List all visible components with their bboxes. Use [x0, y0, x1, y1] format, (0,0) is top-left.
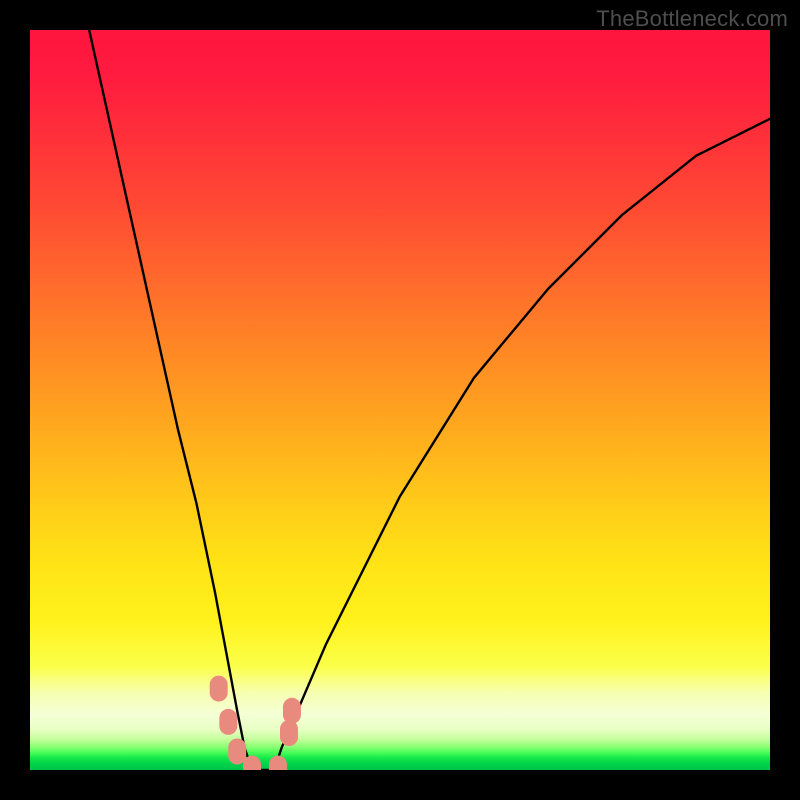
- data-marker: [269, 756, 287, 770]
- plot-area: [30, 30, 770, 770]
- curve-layer: [30, 30, 770, 770]
- data-marker: [210, 676, 228, 702]
- bottleneck-curve: [89, 30, 770, 770]
- data-marker: [283, 698, 301, 724]
- marker-layer: [210, 676, 301, 770]
- data-marker: [228, 739, 246, 765]
- watermark-text: TheBottleneck.com: [596, 6, 788, 32]
- data-marker: [280, 720, 298, 746]
- chart-frame: TheBottleneck.com: [0, 0, 800, 800]
- data-marker: [219, 709, 237, 735]
